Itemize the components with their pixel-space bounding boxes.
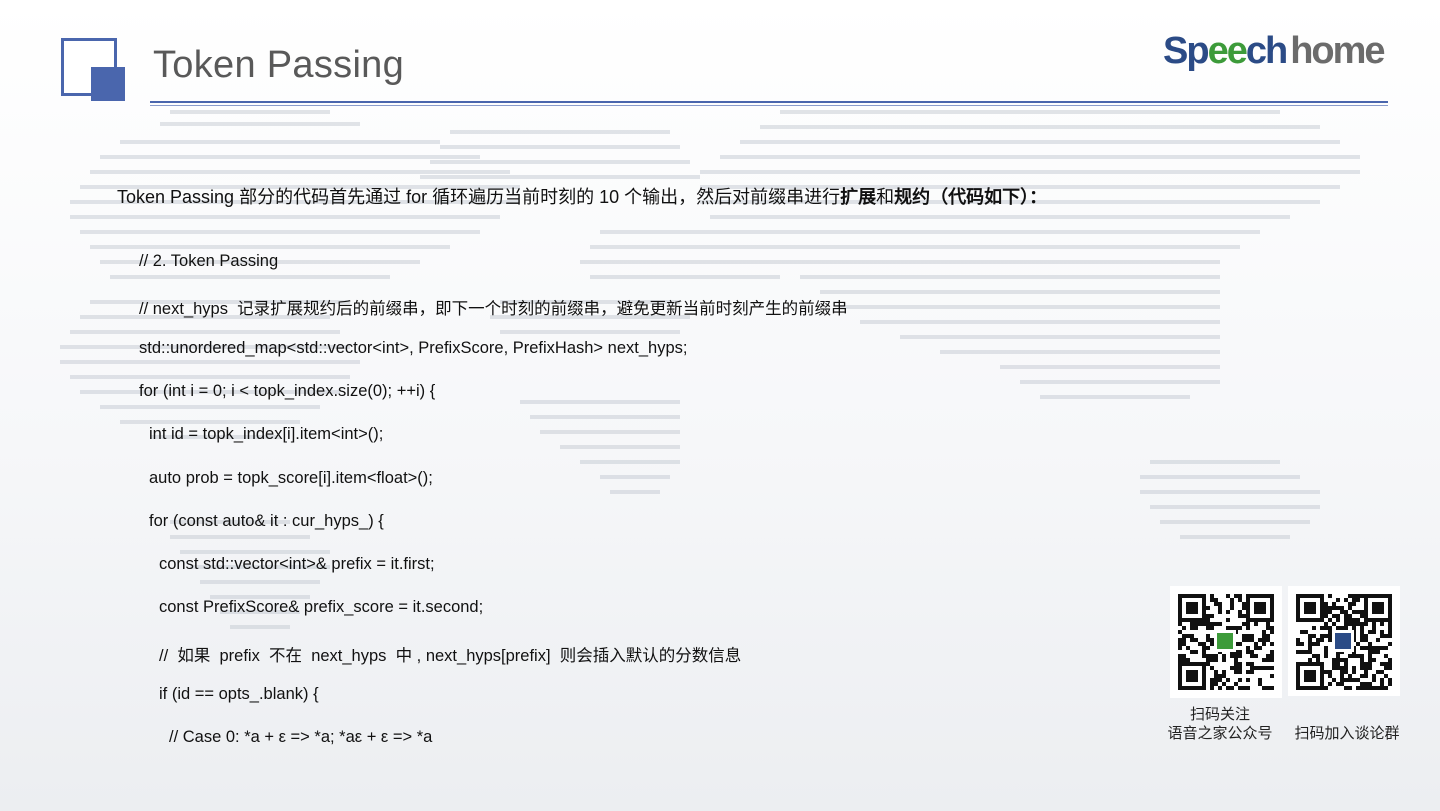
code-line: // 如果 prefix 不在 next_hyps 中 , next_hyps[… xyxy=(159,646,742,665)
code-line: // 2. Token Passing xyxy=(139,252,279,270)
code-line: int id = topk_index[i].item<int>(); xyxy=(149,425,384,444)
intro-text: Token Passing 部分的代码首先通过 for 循环遍历当前时刻的 10… xyxy=(117,187,841,207)
brand-home-part: home xyxy=(1290,30,1385,72)
speechhome-logo: Speech home xyxy=(1163,30,1386,73)
logo-filled-square xyxy=(91,67,125,101)
code-line: auto prob = topk_score[i].item<float>(); xyxy=(149,468,433,487)
header-divider xyxy=(150,101,1388,103)
code-line: const PrefixScore& prefix_score = it.sec… xyxy=(159,598,484,617)
intro-paragraph: Token Passing 部分的代码首先通过 for 循环遍历当前时刻的 10… xyxy=(117,183,1047,209)
brand-ch-part: ch xyxy=(1245,30,1288,72)
code-line: // next_hyps 记录扩展规约后的前缀串，即下一个时刻的前缀串，避免更新… xyxy=(139,300,848,319)
header-divider-thin xyxy=(150,105,1388,106)
page-title: Token Passing xyxy=(153,44,405,86)
intro-and: 和 xyxy=(876,187,895,207)
intro-bold-reduce: 规约（代码如下）： xyxy=(894,187,1048,207)
code-line: std::unordered_map<std::vector<int>, Pre… xyxy=(139,338,688,357)
code-line: for (const auto& it : cur_hyps_) { xyxy=(149,511,384,530)
qr-label-group: 扫码加入谈论群 xyxy=(1294,725,1400,742)
code-line: // Case 0: *a + ε => *a; *aε + ε => *a xyxy=(169,728,433,747)
qr-label-follow: 扫码关注 xyxy=(1189,706,1250,723)
code-line: if (id == opts_.blank) { xyxy=(159,685,319,703)
qr-code-discussion-group xyxy=(1288,586,1400,696)
code-line: const std::vector<int>& prefix = it.firs… xyxy=(159,555,435,574)
qr-code-official-account xyxy=(1170,586,1282,698)
code-line: for (int i = 0; i < topk_index.size(0); … xyxy=(139,381,436,400)
qr-label-account: 语音之家公众号 xyxy=(1167,725,1273,742)
brand-speech-part: Sp xyxy=(1163,30,1210,72)
brand-ee-part: ee xyxy=(1207,30,1248,72)
header-logo-mark xyxy=(61,38,125,102)
intro-bold-expand: 扩展 xyxy=(840,187,877,207)
